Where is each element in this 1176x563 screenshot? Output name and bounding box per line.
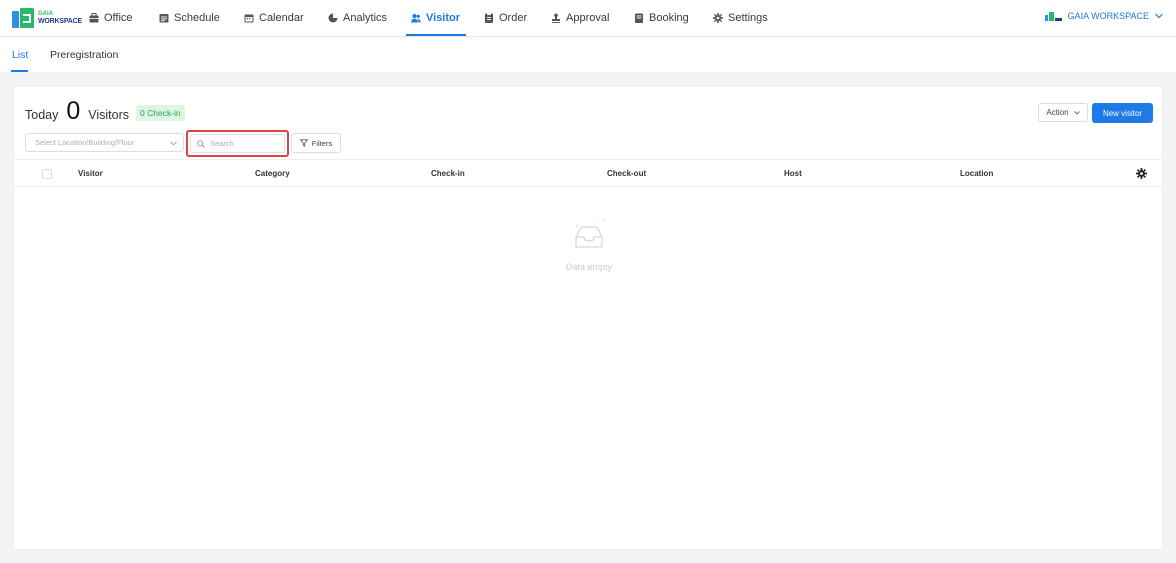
logo-line1: GAIA <box>38 11 53 17</box>
location-placeholder: Select Location/Building/Floor <box>35 138 135 147</box>
workspace-switcher[interactable]: GAIA WORKSPACE <box>1044 11 1163 21</box>
new-visitor-button[interactable]: New visitor <box>1092 103 1153 123</box>
top-navigation-bar: GAIA WORKSPACE Office Schedule Calendar … <box>0 0 1176 37</box>
nav-item-order[interactable]: Order <box>484 0 527 36</box>
nav-item-visitor[interactable]: Visitor <box>405 0 467 36</box>
search-input[interactable]: Search <box>190 134 285 153</box>
book-icon <box>634 13 644 23</box>
nav-label-settings: Settings <box>728 12 768 24</box>
chevron-down-icon <box>170 141 177 146</box>
location-select[interactable]: Select Location/Building/Floor <box>25 133 184 152</box>
nav-item-office[interactable]: Office <box>89 0 133 36</box>
visitor-list-panel: Today 0 Visitors 0 Check-in Action New v… <box>13 86 1163 550</box>
visitor-count: 0 <box>66 97 81 125</box>
nav-label-analytics: Analytics <box>343 12 388 24</box>
nav-item-analytics[interactable]: Analytics <box>328 0 387 36</box>
nav-label-office: Office <box>104 12 133 24</box>
search-icon <box>197 139 205 148</box>
column-visitor[interactable]: Visitor <box>78 169 103 178</box>
clipboard-icon <box>484 13 494 23</box>
chevron-down-icon <box>1073 110 1080 115</box>
nav-label-booking: Booking <box>649 12 689 24</box>
column-check-out[interactable]: Check-out <box>607 169 646 178</box>
search-placeholder: Search <box>210 139 234 148</box>
tab-preregistration[interactable]: Preregistration <box>50 49 118 61</box>
gear-icon <box>713 13 723 23</box>
visitors-label: Visitors <box>88 108 130 122</box>
nav-label-visitor: Visitor <box>426 12 461 24</box>
filters-button[interactable]: Filters <box>291 133 341 153</box>
table-header: Visitor Category Check-in Check-out Host… <box>14 159 1162 187</box>
filter-icon <box>299 139 308 147</box>
column-check-in[interactable]: Check-in <box>431 169 465 178</box>
empty-state: Data empty <box>544 217 634 272</box>
nav-item-booking[interactable]: Booking <box>634 0 689 36</box>
nav-item-settings[interactable]: Settings <box>713 0 768 36</box>
gaia-workspace-logo[interactable]: GAIA WORKSPACE <box>12 8 82 28</box>
nav-item-schedule[interactable]: Schedule <box>159 0 220 36</box>
logo-mark-icon <box>12 8 34 28</box>
stamp-icon <box>551 13 561 23</box>
today-summary: Today 0 Visitors 0 Check-in <box>25 99 185 124</box>
select-all-checkbox[interactable] <box>42 169 52 179</box>
tab-list[interactable]: List <box>10 49 29 72</box>
workspace-name: GAIA WORKSPACE <box>1067 11 1149 21</box>
nav-label-approval: Approval <box>566 12 610 24</box>
filters-label: Filters <box>311 138 333 148</box>
pie-chart-icon <box>328 13 338 23</box>
nav-label-schedule: Schedule <box>174 12 220 24</box>
nav-item-approval[interactable]: Approval <box>551 0 609 36</box>
column-host[interactable]: Host <box>784 169 802 178</box>
empty-inbox-icon <box>575 219 604 248</box>
column-settings-gear-icon[interactable] <box>1136 168 1147 179</box>
calendar-icon <box>244 13 254 23</box>
users-icon <box>411 13 421 23</box>
today-label: Today <box>25 108 59 122</box>
chevron-down-icon <box>1155 13 1163 19</box>
briefcase-icon <box>89 13 99 23</box>
logo-line2: WORKSPACE <box>38 18 82 25</box>
action-button[interactable]: Action <box>1038 103 1088 122</box>
action-label: Action <box>1046 108 1069 117</box>
column-location[interactable]: Location <box>960 169 993 178</box>
column-category[interactable]: Category <box>255 169 290 178</box>
checkin-badge: 0 Check-in <box>136 105 185 121</box>
nav-item-calendar[interactable]: Calendar <box>244 0 304 36</box>
nav-label-order: Order <box>499 12 528 24</box>
empty-text: Data empty <box>565 262 613 272</box>
schedule-icon <box>159 13 169 23</box>
workspace-logo-icon <box>1044 11 1062 21</box>
sub-tab-bar: List Preregistration <box>0 37 1176 73</box>
nav-label-calendar: Calendar <box>259 12 304 24</box>
